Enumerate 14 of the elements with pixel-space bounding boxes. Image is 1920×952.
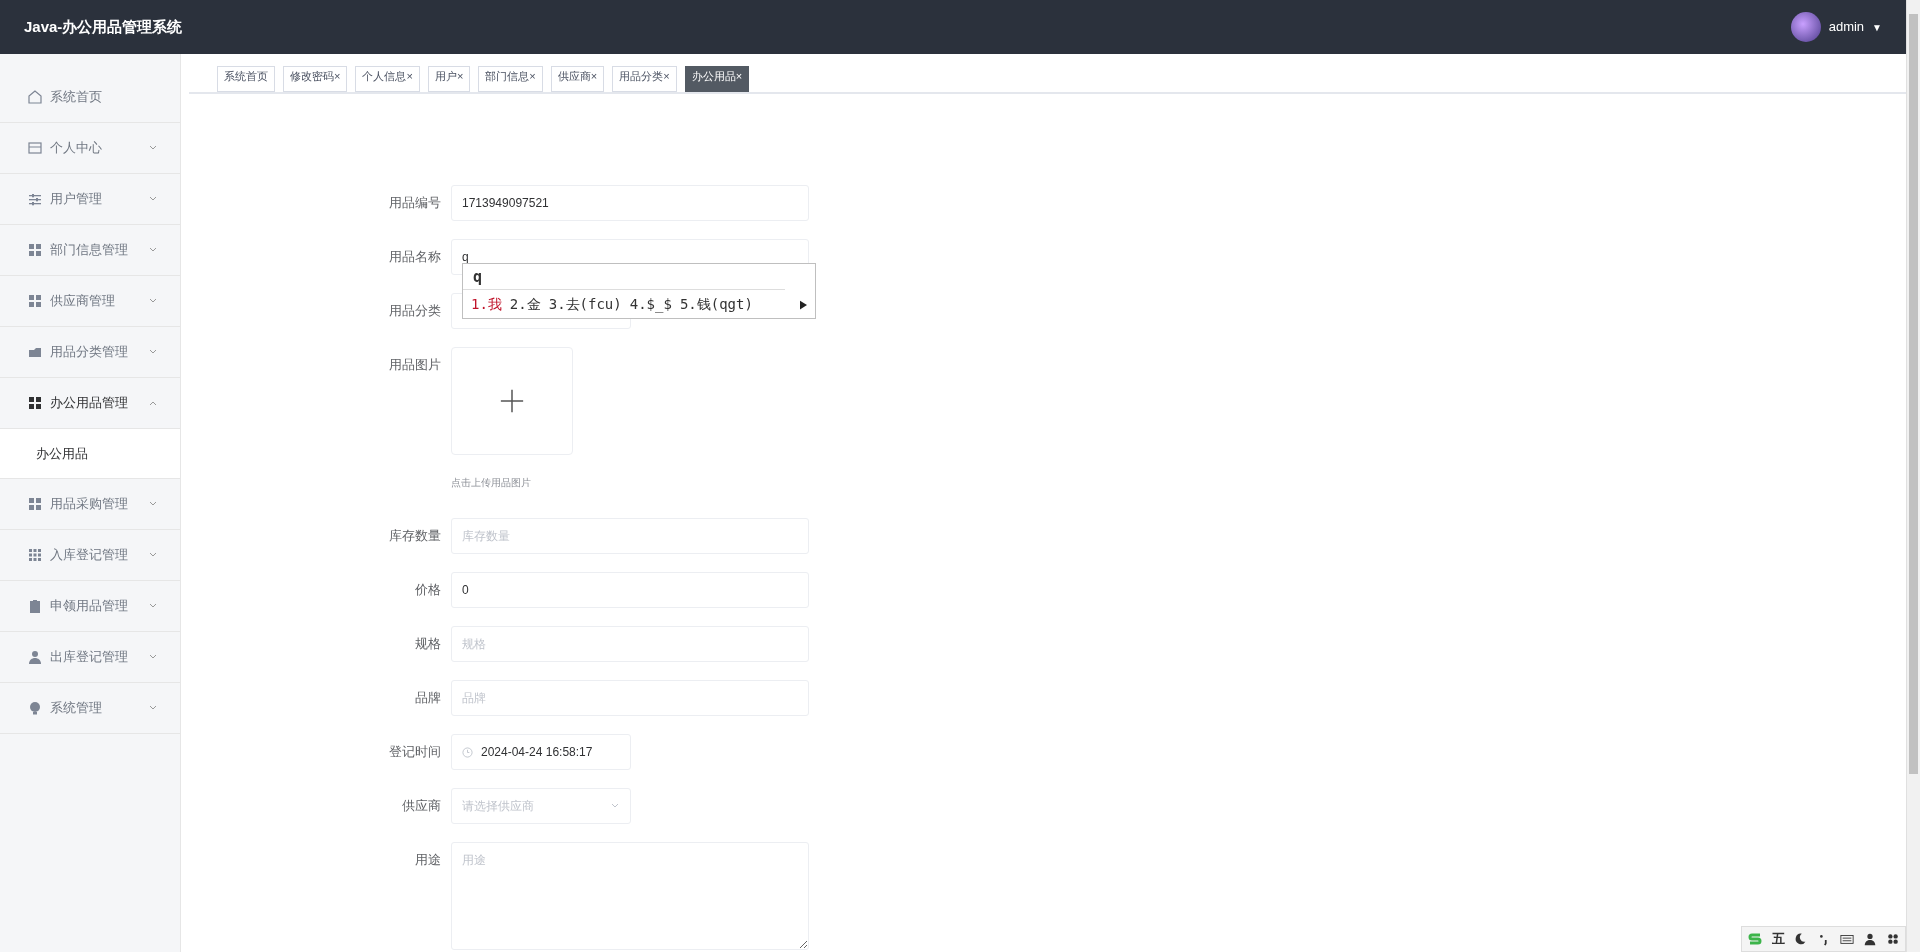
field-label: 登记时间 <box>388 743 442 761</box>
field-label: 用品分类 <box>388 302 442 320</box>
field-label: 用品图片 <box>388 356 442 374</box>
field-label: 价格 <box>414 581 442 599</box>
upload-hint: 点击上传用品图片 <box>451 476 532 490</box>
app-title: Java-办公用品管理系统 <box>24 16 183 37</box>
field-label: 库存数量 <box>388 527 442 545</box>
field-label: 用途 <box>414 851 442 869</box>
field-label: 规格 <box>414 635 442 653</box>
field-label: 供应商 <box>401 797 442 815</box>
ime-composition: q <box>463 264 785 290</box>
field-label: 用品名称 <box>388 248 442 266</box>
field-label: 用品编号 <box>388 194 442 212</box>
field-label: 品牌 <box>414 689 442 707</box>
